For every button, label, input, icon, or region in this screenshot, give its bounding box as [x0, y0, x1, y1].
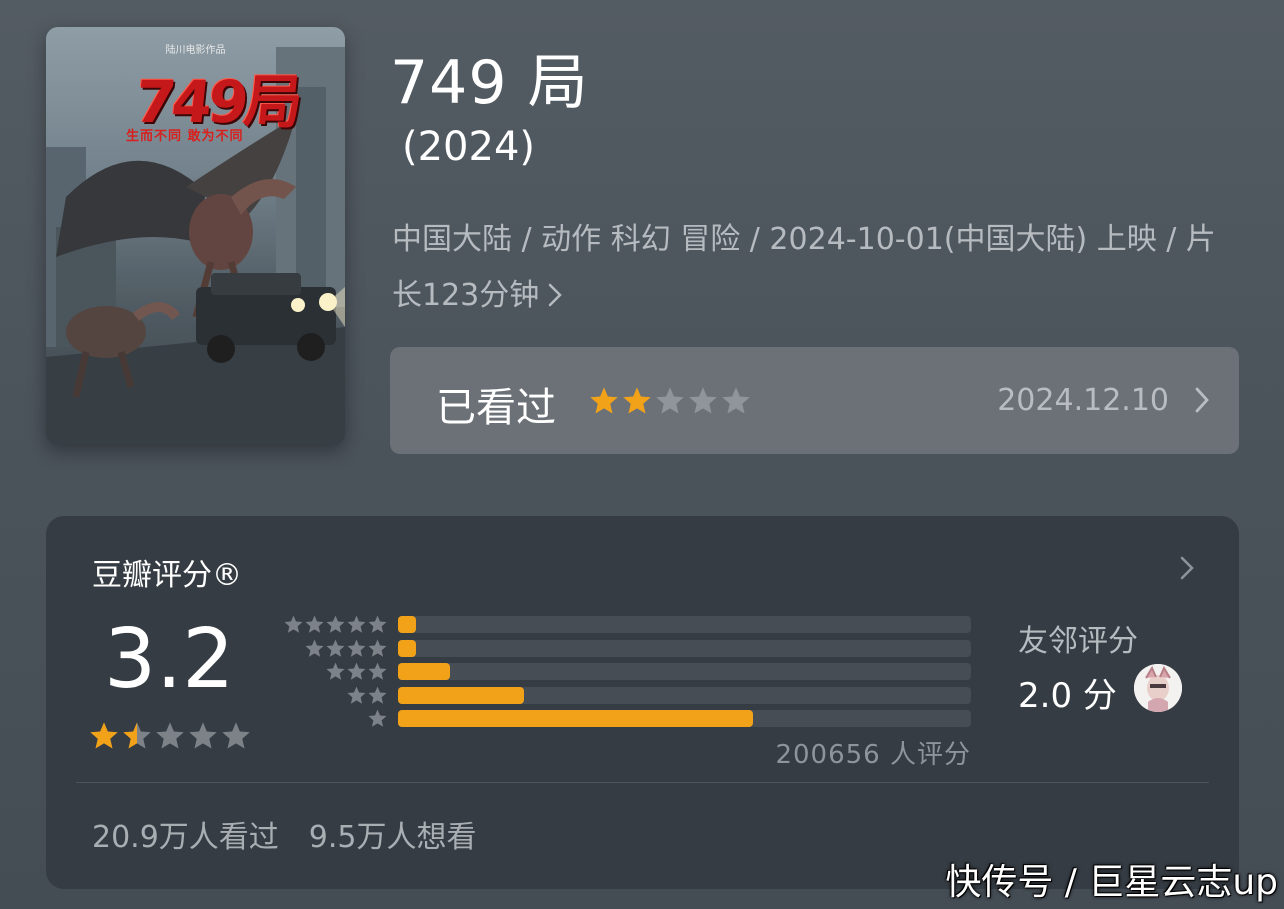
distribution-star-label [346, 685, 388, 706]
average-score-stars [88, 720, 252, 752]
star-icon [722, 387, 750, 414]
star-icon [222, 722, 250, 749]
want-count[interactable]: 9.5万人想看 [309, 820, 477, 855]
star-icon [368, 662, 387, 680]
movie-meta[interactable]: 中国大陆 / 动作 科幻 冒险 / 2024-10-01(中国大陆) 上映 / … [392, 212, 1222, 324]
distribution-row-1-star [278, 708, 978, 728]
poster-studio: 陆川电影作品 [165, 45, 226, 56]
distribution-bar-track [398, 710, 971, 727]
star-icon [305, 639, 324, 657]
distribution-bar-track [398, 686, 971, 704]
distribution-bar-fill [398, 639, 416, 657]
distribution-star-label [367, 708, 388, 729]
watched-status-bar[interactable]: 已看过 2024.12.10 [390, 347, 1239, 454]
friend-avatar[interactable] [1134, 664, 1182, 712]
distribution-star-label [304, 638, 388, 659]
star-icon [347, 686, 366, 704]
movie-meta-text: 中国大陆 / 动作 科幻 冒险 / 2024-10-01(中国大陆) 上映 / … [392, 222, 1216, 313]
star-icon [368, 615, 387, 633]
movie-year: (2024) [402, 124, 536, 170]
chevron-right-icon[interactable] [1179, 554, 1195, 586]
star-icon [156, 722, 184, 749]
star-icon [123, 722, 151, 749]
divider [76, 782, 1209, 783]
star-icon [368, 639, 387, 657]
star-icon [656, 387, 684, 414]
chevron-right-icon [547, 268, 563, 324]
chevron-right-icon [1193, 385, 1211, 419]
distribution-row-5-star [278, 614, 978, 634]
distribution-bar-track [398, 616, 971, 633]
star-icon [590, 387, 618, 414]
star-icon [368, 709, 387, 727]
star-icon [326, 662, 345, 680]
distribution-bar-fill [398, 616, 416, 633]
distribution-bar-track [398, 639, 971, 657]
distribution-row-4-star [278, 638, 978, 658]
watched-label: 已看过 [436, 385, 556, 431]
movie-poster[interactable]: 陆川电影作品 749局 生而不同 敢为不同 [46, 27, 345, 445]
distribution-bar-fill [398, 663, 450, 680]
star-icon [326, 615, 345, 633]
distribution-star-label [325, 661, 388, 682]
star-icon [368, 686, 387, 704]
star-icon [90, 722, 118, 749]
distribution-bar-fill [398, 710, 754, 727]
star-icon [689, 387, 717, 414]
star-icon [347, 615, 366, 633]
distribution-star-label [283, 614, 388, 635]
distribution-row-2-star [278, 685, 978, 705]
user-rating-stars[interactable] [588, 385, 752, 417]
distribution-bar-track [398, 663, 971, 680]
watermark: 快传号 / 巨星云志up [945, 862, 1278, 903]
star-icon [284, 615, 303, 633]
distribution-row-3-star [278, 661, 978, 681]
star-icon [347, 662, 366, 680]
star-icon [305, 615, 324, 633]
distribution-bar-fill [398, 686, 525, 704]
audience-stats: 20.9万人看过 9.5万人想看 [92, 812, 477, 856]
friends-rating-label: 友邻评分 [1018, 624, 1138, 659]
star-icon [623, 387, 651, 414]
star-icon [326, 639, 345, 657]
poster-tagline: 生而不同 敢为不同 [126, 129, 244, 144]
douban-rating-card[interactable]: 豆瓣评分® 3.2 200656 人评分 友邻评分 2.0 分 20.9万人看过… [46, 516, 1239, 889]
movie-title: 749 局 [390, 48, 589, 118]
average-score: 3.2 [104, 612, 235, 707]
watched-count[interactable]: 20.9万人看过 [92, 820, 279, 855]
watched-date: 2024.12.10 [997, 383, 1169, 418]
star-icon [347, 639, 366, 657]
card-title: 豆瓣评分® [92, 558, 242, 593]
friends-rating-score: 2.0 分 [1018, 676, 1117, 716]
rating-count: 200656 人评分 [775, 740, 971, 770]
star-icon [189, 722, 217, 749]
